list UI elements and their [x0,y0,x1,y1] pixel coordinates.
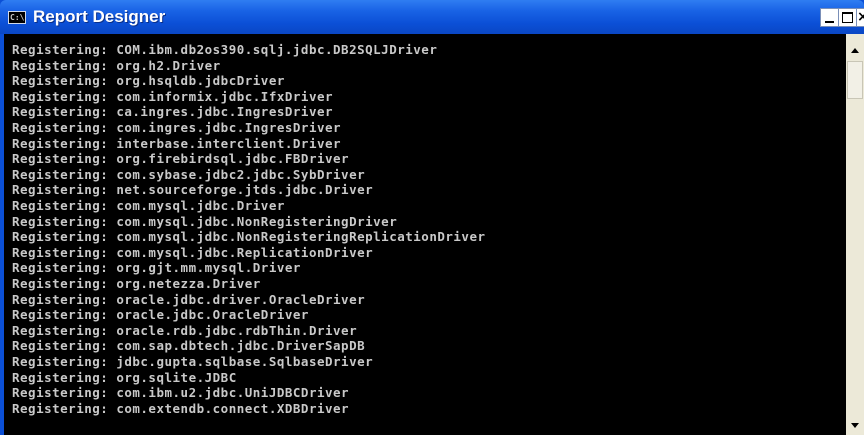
minimize-button[interactable] [820,8,839,27]
console-line: Registering: oracle.jdbc.driver.OracleDr… [12,291,366,307]
vertical-scrollbar[interactable] [846,34,864,435]
console-line: Registering: org.hsqldb.jdbcDriver [12,73,285,89]
console-app-icon[interactable]: C:\ [8,11,26,24]
console-line: Registering: interbase.interclient.Drive… [12,135,342,151]
scroll-down-icon [851,423,859,428]
scrollbar-thumb[interactable] [847,61,863,99]
console-line: Registering: org.firebirdsql.jdbc.FBDriv… [12,151,350,167]
scroll-down-button[interactable] [846,419,864,433]
console-line: Registering: org.sqlite.JDBC [12,369,237,385]
console-line: Registering: com.extendb.connect.XDBDriv… [12,400,350,416]
console-line: Registering: org.netezza.Driver [12,276,261,291]
console-line: Registering: org.gjt.mm.mysql.Driver [12,260,301,276]
console-line: Registering: com.sap.dbtech.jdbc.DriverS… [12,338,366,354]
console-line: Registering: jdbc.gupta.sqlbase.SqlbaseD… [12,354,374,369]
app-icon-text: C:\ [10,13,25,22]
console-line: Registering: com.mysql.jdbc.Driver [12,198,285,213]
console-line: Registering: com.sybase.jdbc2.jdbc.SybDr… [12,166,366,182]
minimize-icon [825,21,834,23]
maximize-icon [842,12,853,23]
console-line: Registering: com.mysql.jdbc.NonRegisteri… [12,213,398,229]
console-line: Registering: org.h2.Driver [12,57,221,73]
console-line: Registering: com.ibm.u2.jdbc.UniJDBCDriv… [12,385,350,401]
console-line: Registering: com.informix.jdbc.IfxDriver [12,88,334,104]
console-window: C:\ Report Designer × Registering: COM.i… [0,0,864,435]
console-line: Registering: COM.ibm.db2os390.sqlj.jdbc.… [12,42,438,57]
close-button[interactable]: × [856,8,864,27]
maximize-button[interactable] [838,8,857,27]
console-line: Registering: net.sourceforge.jtds.jdbc.D… [12,182,374,198]
console-line: Registering: com.mysql.jdbc.ReplicationD… [12,244,374,260]
scroll-up-icon [851,48,859,53]
console-line: Registering: oracle.jdbc.OracleDriver [12,307,309,323]
console-line: Registering: ca.ingres.jdbc.IngresDriver [12,104,334,120]
console-output[interactable]: Registering: COM.ibm.db2os390.sqlj.jdbc.… [4,34,846,435]
console-line: Registering: com.mysql.jdbc.NonRegisteri… [12,229,486,245]
title-bar[interactable]: C:\ Report Designer × [0,0,864,34]
scroll-up-button[interactable] [846,43,864,57]
console-line: Registering: oracle.rdb.jdbc.rdbThin.Dri… [12,322,358,338]
console-line: Registering: com.ingres.jdbc.IngresDrive… [12,120,342,135]
window-title: Report Designer [33,7,166,26]
close-icon: × [857,9,864,25]
